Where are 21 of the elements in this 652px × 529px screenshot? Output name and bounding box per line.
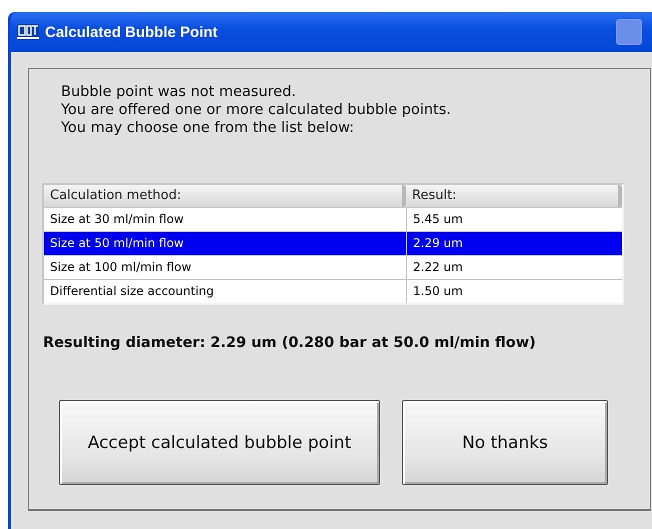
result-text: Resulting diameter: 2.29 um (0.280 bar at 50.0 ml/min flow) (42, 335, 537, 351)
table-row[interactable]: Differential size accounting 1.50 um (44, 279, 622, 303)
message-text: Bubble point was not measured. (61, 83, 298, 101)
app-icon (17, 23, 39, 41)
close-button[interactable] (616, 19, 642, 45)
table-cell: 2.29 um (406, 232, 622, 255)
table-cell-text: Size at 50 ml/min flow (49, 235, 185, 252)
table-row[interactable]: Size at 100 ml/min flow 2.22 um (44, 255, 622, 279)
table-cell-text: Size at 100 ml/min flow (49, 259, 192, 276)
table-row[interactable]: Size at 50 ml/min flow 2.29 um (44, 231, 622, 255)
accept-button[interactable]: Accept calculated bubble point (59, 400, 380, 485)
column-header[interactable]: Calculation method: (44, 185, 406, 207)
decline-button[interactable]: No thanks (402, 400, 608, 485)
table-cell-text: Differential size accounting (49, 283, 215, 300)
message-text: You may choose one from the list below: (61, 119, 356, 137)
table-cell: 2.22 um (406, 256, 622, 279)
message-text: You are offered one or more calculated bubble points. (61, 101, 452, 119)
table-cell: 1.50 um (406, 280, 622, 303)
table-cell-text: Size at 30 ml/min flow (49, 211, 185, 228)
column-header[interactable]: Result: (406, 185, 622, 207)
window-title: Calculated Bubble Point (45, 24, 219, 40)
